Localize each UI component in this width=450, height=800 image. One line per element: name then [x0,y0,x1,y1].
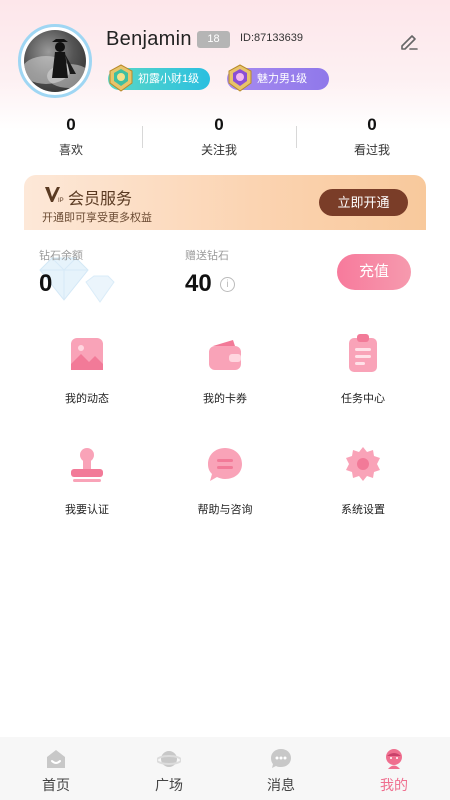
menu-label: 我的卡券 [203,393,247,405]
vip-subtitle: 开通即可享受更多权益 [42,212,152,224]
profile-icon [386,749,402,769]
wallet-icon [209,340,241,370]
home-icon [47,750,65,768]
edit-icon[interactable] [398,30,420,52]
wealth-level-badge[interactable]: 初露小财1级 [108,64,210,92]
charm-badge-label: 魅力男1级 [257,73,308,85]
tab-messages[interactable]: 消息 [225,737,337,795]
chat-bubble-icon [208,448,242,481]
avatar-image [24,30,86,92]
gear-icon [346,447,380,481]
clipboard-icon [349,334,377,372]
stat-likes-value: 0 [66,115,76,134]
tab-home[interactable]: 首页 [0,737,112,795]
tab-mine[interactable]: 我的 [338,737,450,795]
menu-task-center[interactable]: 任务中心 [303,332,423,406]
menu-my-coupons[interactable]: 我的卡券 [165,332,285,406]
avatar[interactable] [18,24,92,98]
menu-label: 系统设置 [341,504,385,516]
vip-banner[interactable]: IP 会员服务 开通即可享受更多权益 立即开通 [24,175,426,230]
stamp-icon [71,448,103,482]
tab-label: 广场 [155,777,183,793]
stat-divider [142,126,143,148]
menu-label: 我要认证 [65,504,109,516]
bottom-tab-bar: 首页 广场 消息 我的 [0,737,450,800]
vip-activate-button[interactable]: 立即开通 [319,189,408,216]
menu-label: 帮助与咨询 [197,504,253,516]
svg-text:IP: IP [58,198,64,203]
tab-label: 首页 [42,777,70,793]
menu-verification[interactable]: 我要认证 [27,443,147,517]
gift-diamond-value: 40 [185,270,212,297]
menu-settings[interactable]: 系统设置 [303,443,423,517]
stat-divider [296,126,297,148]
message-icon [271,749,291,768]
menu-label: 任务中心 [341,393,385,405]
age-badge: 18 [197,31,230,48]
stat-likes[interactable]: 0 喜欢 [11,114,131,158]
vip-logo-icon: IP [45,187,64,203]
vip-title: 会员服务 [68,191,133,208]
diamond-balance-label: 钻石余额 [39,250,83,262]
planet-icon [157,751,181,767]
recharge-button[interactable]: 充值 [337,254,411,290]
user-id: ID:87133639 [240,32,303,44]
stat-visitors-label: 看过我 [353,143,390,157]
username: Benjamin [106,28,192,50]
menu-label: 我的动态 [65,393,109,405]
menu-my-posts[interactable]: 我的动态 [27,332,147,406]
stat-visitors[interactable]: 0 看过我 [312,114,432,158]
tab-square[interactable]: 广场 [113,737,225,795]
menu-help[interactable]: 帮助与咨询 [165,443,285,517]
info-icon[interactable]: i [220,277,235,292]
wealth-emblem-icon [109,64,133,92]
charm-emblem-icon [228,64,252,92]
stat-likes-label: 喜欢 [58,143,83,157]
stat-followers[interactable]: 0 关注我 [159,114,279,158]
tab-label: 我的 [380,777,408,793]
gift-diamond-label: 赠送钻石 [185,250,229,262]
tab-label: 消息 [267,777,295,793]
image-icon [71,338,103,370]
stat-visitors-value: 0 [367,115,377,134]
stats-row: 0 喜欢 0 关注我 0 看过我 [0,114,450,164]
stat-followers-label: 关注我 [200,143,237,157]
wallet-section: 钻石余额 0 赠送钻石 40 i 充值 [0,238,450,308]
diamond-balance-value: 0 [39,270,53,297]
wealth-badge-label: 初露小财1级 [138,73,200,85]
stat-followers-value: 0 [214,115,224,134]
charm-level-badge[interactable]: 魅力男1级 [227,64,329,92]
